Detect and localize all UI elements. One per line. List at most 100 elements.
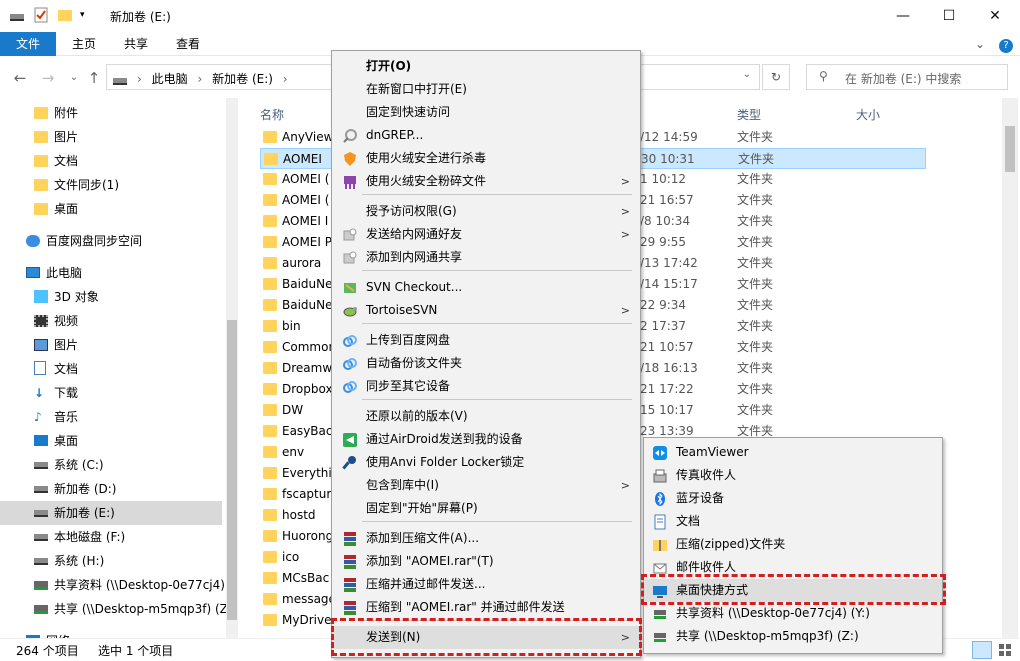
file-type: 文件夹 (737, 403, 774, 417)
context-menu-item[interactable]: 授予访问权限(G) > (332, 200, 640, 223)
context-menu-item[interactable]: 发送给内网通好友 > (332, 223, 640, 246)
nav-item[interactable]: 系统 (C:) (0, 453, 222, 477)
context-menu-item[interactable]: SVN Checkout... (332, 276, 640, 299)
folder-icon (263, 215, 277, 227)
context-menu: 打开(O) 在新窗口中打开(E) 固定到快速访问 dnGREP... 使用火绒安全进行杀… (331, 50, 641, 658)
minimize-button[interactable]: — (880, 0, 926, 32)
nav-label: 此电脑 (46, 266, 83, 280)
close-button[interactable]: ✕ (972, 0, 1018, 32)
nav-item[interactable]: 网络 (0, 629, 222, 638)
file-name: Huorong (282, 529, 334, 543)
folder-icon (263, 614, 277, 626)
nav-item[interactable]: 视频 (0, 309, 222, 333)
maximize-button[interactable]: ☐ (926, 0, 972, 32)
nav-item[interactable]: 桌面 (0, 429, 222, 453)
baidu-cloud-icon (342, 333, 358, 349)
search-input[interactable]: 在 新加卷 (E:) 中搜索 (845, 70, 961, 87)
column-header-name[interactable]: 名称 (260, 106, 284, 123)
nav-item[interactable]: 新加卷 (D:) (0, 477, 222, 501)
nav-item[interactable]: 图片 (0, 125, 222, 149)
nav-item[interactable]: 文档 (0, 357, 222, 381)
context-menu-item[interactable]: 压缩到 "AOMEI.rar" 并通过邮件发送 (332, 596, 640, 619)
context-menu-item[interactable]: 固定到快速访问 (332, 101, 640, 124)
context-menu-item[interactable]: 添加到压缩文件(A)... (332, 527, 640, 550)
nav-item[interactable]: 桌面 (0, 197, 222, 221)
drive-icon (34, 486, 48, 493)
zip-folder-icon (652, 537, 668, 553)
breadcrumb-sep: › (197, 72, 203, 86)
send-to-item[interactable]: TeamViewer (644, 441, 942, 464)
nav-item[interactable]: 3D 对象 (0, 285, 222, 309)
tab-home[interactable]: 主页 (62, 32, 106, 56)
recent-locations-icon[interactable]: ⌄ (64, 68, 84, 88)
nav-item[interactable]: 图片 (0, 333, 222, 357)
context-menu-item[interactable]: 压缩并通过邮件发送... (332, 573, 640, 596)
content-scrollbar[interactable] (1002, 98, 1018, 638)
context-menu-item[interactable]: 添加到内网通共享 (332, 246, 640, 269)
context-menu-item[interactable]: dnGREP... (332, 124, 640, 147)
back-icon[interactable]: ← (10, 68, 30, 88)
up-icon[interactable]: ↑ (84, 68, 104, 88)
help-icon[interactable]: ? (996, 32, 1016, 56)
content-scrollbar-thumb[interactable] (1005, 126, 1015, 172)
nav-item-baidu[interactable]: 百度网盘同步空间 (0, 229, 222, 253)
column-header-type[interactable]: 类型 (737, 106, 761, 123)
nav-item[interactable]: ↓ 下载 (0, 381, 222, 405)
address-dropdown-icon[interactable]: ⌄ (743, 69, 751, 80)
breadcrumb-pc[interactable]: 此电脑 (152, 72, 188, 86)
context-menu-item[interactable]: 使用火绒安全粉碎文件 > (332, 170, 640, 193)
context-menu-item[interactable]: 打开(O) (332, 55, 640, 78)
column-header-size[interactable]: 大小 (856, 106, 880, 123)
details-view-icon[interactable] (972, 641, 992, 659)
context-menu-item[interactable]: 上传到百度网盘 (332, 329, 640, 352)
nav-scrollbar-thumb[interactable] (227, 320, 237, 620)
nav-item[interactable]: 共享资料 (\\Desktop-0e77cj4) (0, 573, 225, 597)
nav-item[interactable]: 本地磁盘 (F:) (0, 525, 222, 549)
tab-file[interactable]: 文件 (0, 32, 56, 56)
nav-item[interactable]: 文件同步(1) (0, 173, 222, 197)
tab-share[interactable]: 共享 (114, 32, 158, 56)
context-menu-item[interactable]: 同步至其它设备 (332, 375, 640, 398)
send-to-item[interactable]: 共享 (\\Desktop-m5mqp3f) (Z:) (644, 625, 942, 648)
send-to-item[interactable]: 传真收件人 (644, 464, 942, 487)
send-to-item[interactable]: 压缩(zipped)文件夹 (644, 533, 942, 556)
context-menu-item[interactable]: 固定到"开始"屏幕(P) (332, 497, 640, 520)
nav-item[interactable]: 共享 (\\Desktop-m5mqp3f) (Z (0, 597, 228, 621)
nav-item[interactable]: 文档 (0, 149, 222, 173)
large-icons-view-icon[interactable] (996, 641, 1014, 659)
window-title: 新加卷 (E:) (110, 10, 171, 24)
nav-item[interactable]: 附件 (0, 101, 222, 125)
search-box[interactable]: ⚲ 在 新加卷 (E:) 中搜索 (806, 64, 1008, 90)
folder-icon (263, 173, 277, 185)
send-to-item[interactable]: 共享资料 (\\Desktop-0e77cj4) (Y:) (644, 602, 942, 625)
tab-view[interactable]: 查看 (166, 32, 210, 56)
nav-item-this-pc[interactable]: 此电脑 (0, 261, 222, 285)
context-menu-item[interactable]: 还原以前的版本(V) (332, 405, 640, 428)
nav-item-selected[interactable]: 新加卷 (E:) (0, 501, 222, 525)
context-menu-item[interactable]: 自动备份该文件夹 (332, 352, 640, 375)
context-menu-item[interactable]: 添加到 "AOMEI.rar"(T) (332, 550, 640, 573)
menu-item-label: TeamViewer (676, 445, 749, 459)
context-menu-item[interactable]: 使用Anvi Folder Locker锁定 (332, 451, 640, 474)
context-menu-item[interactable]: 通过AirDroid发送到我的设备 (332, 428, 640, 451)
menu-item-label: 蓝牙设备 (676, 491, 725, 505)
nav-item[interactable]: ♪ 音乐 (0, 405, 222, 429)
properties-icon[interactable] (32, 6, 50, 24)
chevron-right-icon: > (620, 205, 630, 218)
breadcrumb-drive[interactable]: 新加卷 (E:) (212, 72, 273, 86)
context-menu-item[interactable]: 在新窗口中打开(E) (332, 78, 640, 101)
tortoisesvn-icon (342, 303, 358, 319)
file-date: /12 14:59 (640, 130, 698, 144)
customize-toolbar-icon[interactable]: ▾ (80, 6, 90, 24)
nav-item[interactable]: 系统 (H:) (0, 549, 222, 573)
expand-ribbon-icon[interactable]: ⌄ (970, 32, 990, 56)
context-menu-item[interactable]: 包含到库中(I) > (332, 474, 640, 497)
forward-icon[interactable]: → (38, 68, 58, 88)
context-menu-item[interactable]: TortoiseSVN > (332, 299, 640, 322)
folder-icon (263, 320, 277, 332)
new-folder-icon[interactable] (56, 6, 74, 24)
send-to-item[interactable]: 蓝牙设备 (644, 487, 942, 510)
refresh-icon[interactable]: ↻ (762, 64, 790, 90)
context-menu-item[interactable]: 使用火绒安全进行杀毒 (332, 147, 640, 170)
send-to-item[interactable]: 文档 (644, 510, 942, 533)
